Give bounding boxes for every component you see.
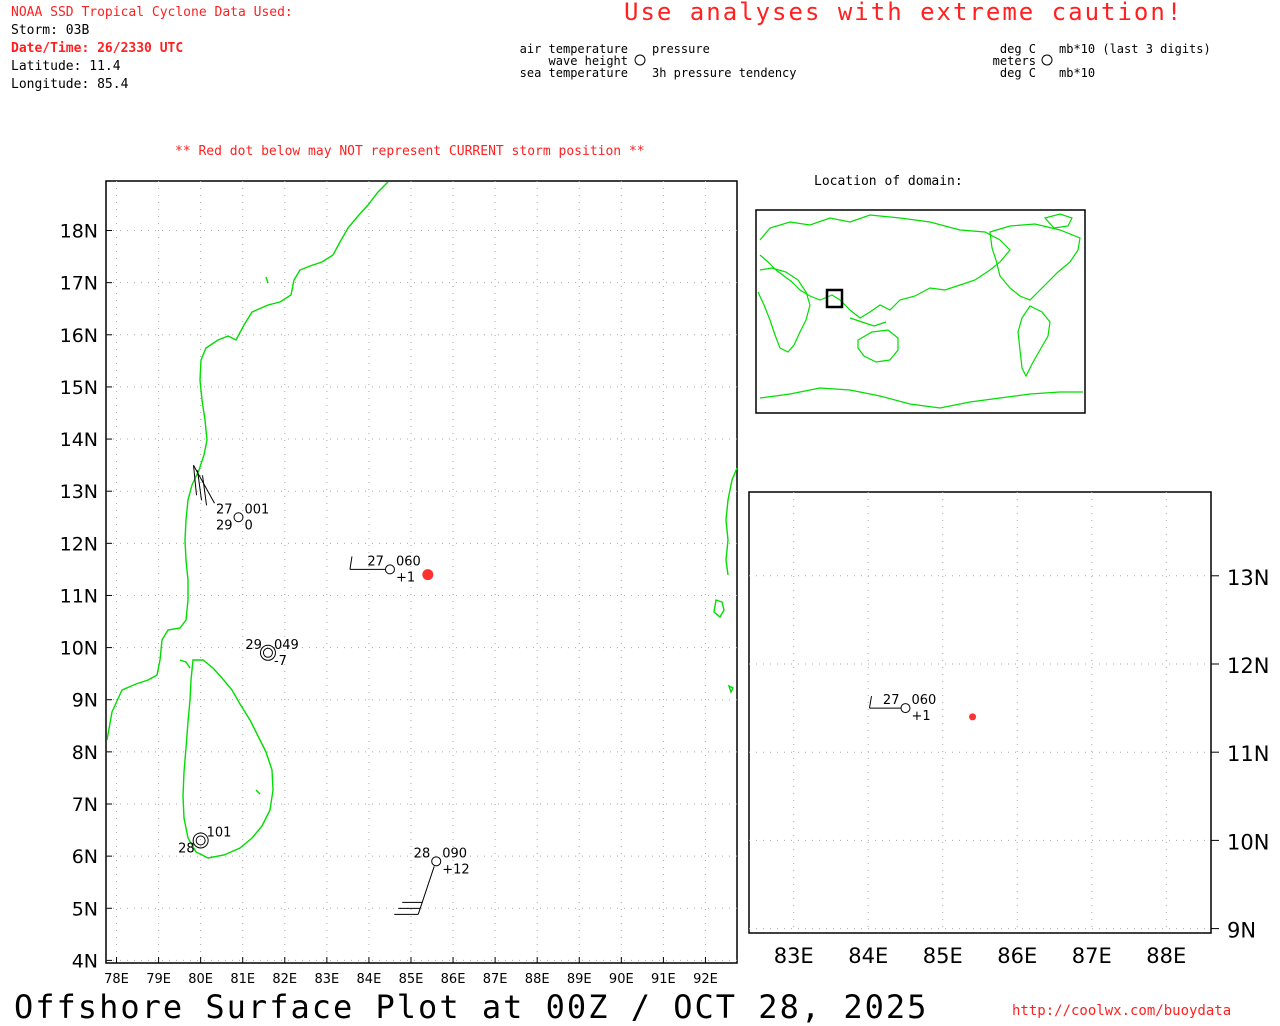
lon-tick-label: 89E [567, 972, 592, 987]
air-temp: 28 [414, 846, 431, 861]
lon-tick-label: 80E [188, 972, 213, 987]
air-temp: 27 [883, 693, 900, 708]
lon-tick-label: 88E [525, 972, 550, 987]
map-canvas: 27 00129 027 060+129 049-710128 28 090+12 78E 7… [60, 54, 1269, 987]
lat-tick-label: 6N [72, 846, 98, 868]
lat-tick-label: 5N [72, 898, 98, 920]
storm-position-dot [422, 569, 434, 581]
zoom-lat-tick-label: 12N [1227, 654, 1269, 678]
lon-tick-label: 85E [399, 972, 424, 987]
lat-tick-label: 12N [60, 533, 98, 555]
zoom-storm-dot [969, 713, 977, 721]
lon-tick-label: 91E [651, 972, 676, 987]
source-url-link[interactable]: http://coolwx.com/buoydata [1012, 1003, 1231, 1019]
zoom-lat-tick-label: 11N [1227, 742, 1269, 766]
legend-unit-circle [1041, 54, 1053, 66]
lat-tick-label: 7N [72, 794, 98, 816]
pressure-tendency: +1 [911, 709, 930, 724]
zoom-lon-tick-label: 87E [1072, 944, 1112, 968]
lon-tick-label: 82E [272, 972, 297, 987]
main-map[interactable]: 27 001 29 0 27 060+1 29 049-7 101 28 28 090+12 78E 7… [60, 180, 738, 987]
plot-title: Offshore Surface Plot at 00Z / OCT 28, 2… [14, 988, 929, 1026]
zoom-map-frame [748, 491, 1212, 934]
zoom-map[interactable]: 27 060+1 83E 84E 85E 86E 87E 88E 9N 10N 11N 12N 13N [748, 491, 1269, 968]
lat-tick-label: 18N [60, 221, 98, 243]
zoom-lat-tick-label: 10N [1227, 830, 1269, 854]
pressure-tendency: 0 [245, 518, 253, 533]
world-inset-map[interactable] [755, 209, 1086, 414]
zoom-lon-tick-label: 88E [1146, 944, 1186, 968]
lat-tick-label: 16N [60, 325, 98, 347]
lon-tick-label: 83E [314, 972, 339, 987]
lon-tick-label: 86E [441, 972, 466, 987]
lon-tick-label: 87E [483, 972, 508, 987]
pressure-tendency: +12 [442, 862, 469, 877]
sea-temp: 29 [216, 518, 233, 533]
zoom-lon-tick-label: 84E [848, 944, 888, 968]
pressure-value: 060 [396, 554, 421, 569]
lat-tick-label: 14N [60, 429, 98, 451]
lat-tick-label: 10N [60, 638, 98, 660]
lon-tick-label: 84E [357, 972, 382, 987]
pressure-value: 001 [245, 502, 270, 517]
lat-tick-label: 11N [60, 585, 98, 607]
lon-tick-label: 92E [693, 972, 718, 987]
pressure-tendency: -7 [274, 654, 287, 669]
lon-tick-label: 90E [609, 972, 634, 987]
zoom-lat-tick-label: 13N [1227, 566, 1269, 590]
pressure-value: 101 [207, 825, 232, 840]
lon-tick-label: 78E [104, 972, 129, 987]
zoom-lon-tick-label: 85E [923, 944, 963, 968]
air-temp: 29 [245, 638, 262, 653]
lat-tick-label: 15N [60, 377, 98, 399]
lat-tick-label: 8N [72, 742, 98, 764]
lon-tick-label: 79E [146, 972, 171, 987]
air-temp: 27 [367, 554, 384, 569]
zoom-lat-tick-label: 9N [1227, 919, 1256, 943]
lat-tick-label: 9N [72, 690, 98, 712]
pressure-value: 060 [911, 693, 936, 708]
lat-tick-label: 13N [60, 481, 98, 503]
sea-temp: 28 [178, 841, 195, 856]
legend-station-circle [634, 54, 646, 66]
pressure-tendency: +1 [396, 570, 415, 585]
pressure-value: 049 [274, 638, 299, 653]
zoom-lon-tick-label: 86E [997, 944, 1037, 968]
lat-tick-label: 17N [60, 273, 98, 295]
inset-frame [755, 209, 1086, 414]
zoom-lon-tick-label: 83E [774, 944, 814, 968]
lon-tick-label: 81E [230, 972, 255, 987]
air-temp: 27 [216, 502, 233, 517]
lat-tick-label: 4N [72, 950, 98, 972]
pressure-value: 090 [442, 846, 467, 861]
